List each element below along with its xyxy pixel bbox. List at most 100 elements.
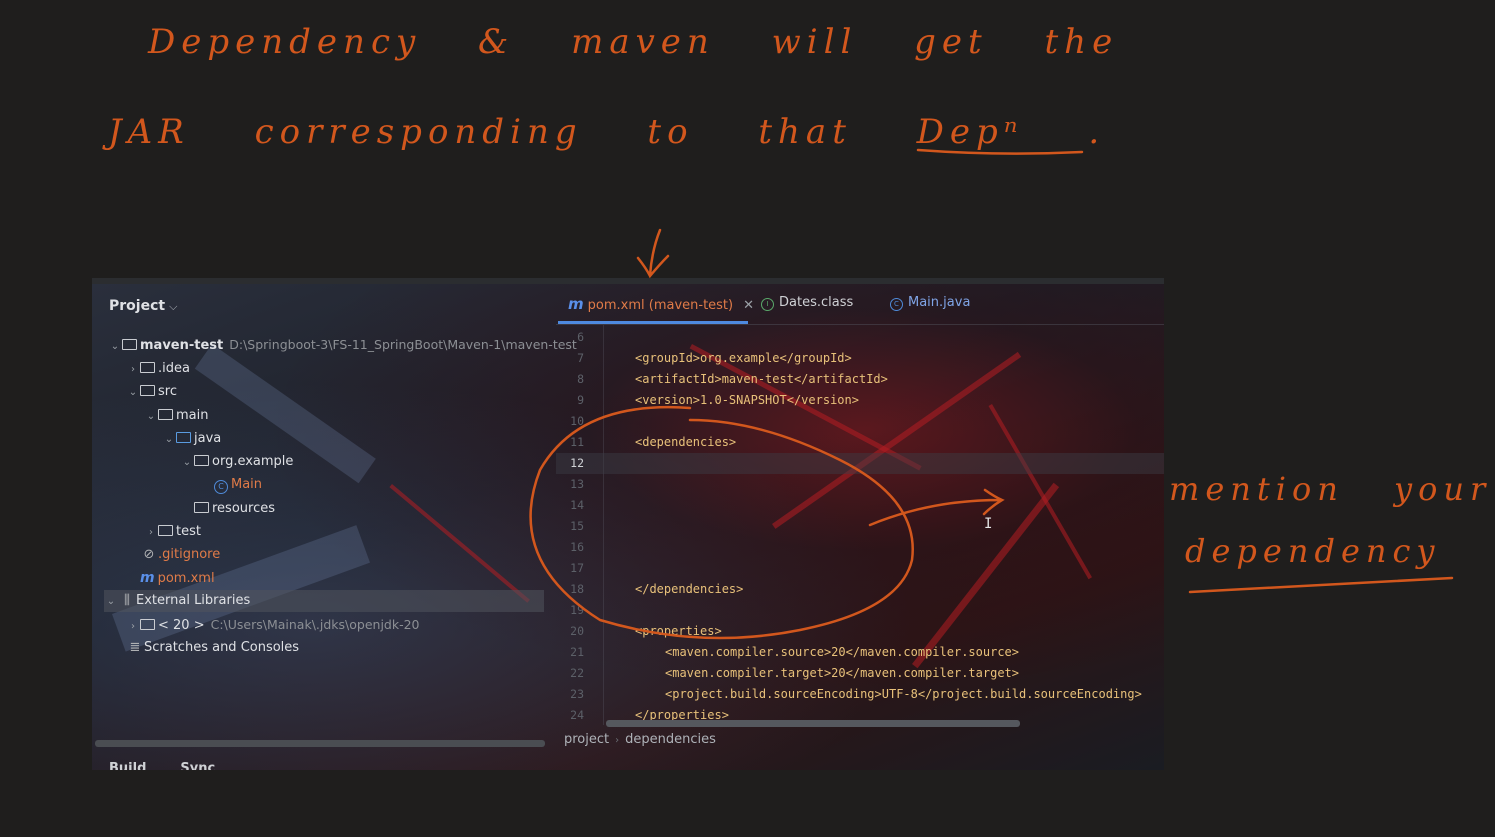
project-panel-title: Project (109, 298, 166, 314)
line-number: 23 (570, 687, 584, 701)
code-line[interactable]: 15 (556, 516, 1164, 537)
breadcrumb-item-project[interactable]: project (564, 732, 609, 747)
project-panel-header[interactable]: Project ⌵ (109, 298, 177, 314)
breadcrumb-item-dependencies[interactable]: dependencies (625, 732, 716, 747)
tree-item-test[interactable]: › test (144, 521, 201, 543)
tree-item-label: main (176, 408, 209, 423)
code-line[interactable]: 14 (556, 495, 1164, 516)
breadcrumb: project › dependencies (564, 732, 716, 747)
code-line[interactable]: 12 (556, 453, 1164, 474)
tree-item-src[interactable]: ⌄ src (126, 381, 177, 403)
folder-icon (158, 525, 173, 536)
code-line[interactable]: 10 (556, 411, 1164, 432)
code-line[interactable]: 18 </dependencies> (556, 579, 1164, 600)
code-line[interactable]: 8 <artifactId>maven-test</artifactId> (556, 369, 1164, 390)
chevron-right-icon[interactable]: › (126, 616, 140, 638)
code-line[interactable]: 16 (556, 537, 1164, 558)
tree-root[interactable]: ⌄ maven-test D:\Springboot-3\FS-11_SpringB… (108, 334, 577, 356)
tab-build[interactable]: Build (109, 761, 146, 770)
chevron-down-icon[interactable]: ⌄ (144, 406, 158, 428)
line-number: 17 (570, 561, 584, 575)
tab-label: pom.xml (maven-test) (587, 298, 734, 313)
code-line[interactable]: 13 (556, 474, 1164, 495)
chevron-down-icon[interactable]: ⌄ (104, 591, 118, 613)
tree-item-idea[interactable]: › .idea (126, 358, 190, 380)
code-text: <project.build.sourceEncoding>UTF-8</pro… (665, 687, 1142, 701)
chevron-right-icon[interactable]: › (144, 522, 158, 544)
project-panel: Project ⌵ ⌄ maven-test D:\Springboot-3\FS-1… (92, 284, 577, 770)
tree-item-resources[interactable]: resources (180, 498, 275, 520)
resources-folder-icon (194, 502, 209, 513)
code-line[interactable]: 22 <maven.compiler.target>20</maven.compi… (556, 663, 1164, 684)
tree-item-jdk[interactable]: › < 20 > C:\Users\Mainak\.jdks\openjdk-20 (126, 614, 420, 636)
bottom-tool-tabs: Build Sync (109, 761, 249, 770)
ignore-file-icon: ⊘ (143, 547, 155, 562)
code-text: <groupId>org.example</groupId> (635, 351, 852, 365)
code-text: </dependencies> (635, 582, 744, 596)
code-line[interactable]: 17 (556, 558, 1164, 579)
chevron-right-icon[interactable]: › (126, 359, 140, 381)
tree-item-external-libraries[interactable]: ⌄ ⫼ External Libraries (104, 590, 544, 612)
code-line[interactable]: 9 <version>1.0-SNAPSHOT</version> (556, 390, 1164, 411)
line-number: 6 (577, 330, 584, 344)
tree-item-label: pom.xml (157, 571, 215, 586)
tree-item-label: src (158, 384, 177, 399)
tree-item-label: org.example (212, 454, 294, 469)
tree-item-pom[interactable]: m pom.xml (126, 567, 215, 589)
chevron-down-icon[interactable]: ⌄ (162, 429, 176, 451)
tree-item-label: java (194, 431, 222, 446)
tree-item-label: test (176, 524, 201, 539)
chevron-down-icon[interactable]: ⌄ (180, 452, 194, 474)
code-text: <maven.compiler.target>20</maven.compile… (665, 666, 1020, 680)
line-number: 8 (577, 372, 584, 386)
tree-item-label: Scratches and Consoles (144, 640, 300, 655)
code-line[interactable]: 11 <dependencies> (556, 432, 1164, 453)
folder-icon (140, 362, 155, 373)
annotation-right-line2: dependency (1185, 532, 1441, 570)
package-icon (194, 455, 209, 466)
horizontal-scrollbar[interactable] (95, 740, 545, 747)
underline-dependency-stroke (1188, 576, 1454, 594)
source-folder-icon (176, 432, 191, 443)
tab-main-java[interactable]: C Main.java (890, 295, 970, 311)
line-number: 11 (570, 435, 584, 449)
tab-dates-class[interactable]: I Dates.class (761, 295, 853, 311)
close-icon[interactable]: ✕ (743, 298, 754, 313)
line-number: 20 (570, 624, 584, 638)
tree-item-label: Main (231, 477, 263, 492)
code-line[interactable]: 21 <maven.compiler.source>20</maven.compi… (556, 642, 1164, 663)
line-number: 22 (570, 666, 584, 680)
code-line[interactable]: 20 <properties> (556, 621, 1164, 642)
interface-icon: I (761, 298, 774, 311)
code-line[interactable]: 19 (556, 600, 1164, 621)
tree-item-java[interactable]: ⌄ java (162, 428, 221, 450)
tree-item-main[interactable]: ⌄ main (144, 405, 209, 428)
class-icon: C (890, 298, 903, 311)
code-line[interactable]: 7 <groupId>org.example</groupId> (556, 348, 1164, 369)
tree-item-scratches[interactable]: ≣ Scratches and Consoles (126, 637, 300, 659)
tab-pom-xml[interactable]: m pom.xml (maven-test) ✕ (568, 295, 754, 313)
code-line[interactable]: 6 (556, 327, 1164, 348)
chevron-right-icon: › (615, 735, 620, 746)
code-line[interactable]: 23 <project.build.sourceEncoding>UTF-8</p… (556, 684, 1164, 705)
folder-icon (140, 385, 155, 396)
scratches-icon: ≣ (129, 640, 141, 655)
tree-item-label: .gitignore (158, 547, 221, 562)
chevron-down-icon[interactable]: ⌄ (126, 382, 140, 404)
code-editor: m pom.xml (maven-test) ✕ I Dates.class C Mai… (556, 284, 1164, 770)
chevron-down-icon[interactable]: ⌵ (169, 300, 177, 313)
chevron-down-icon[interactable]: ⌄ (108, 336, 122, 358)
annotation-line1: Dependency & maven will get the (148, 22, 1119, 62)
tree-item-package[interactable]: ⌄ org.example (180, 451, 294, 474)
maven-icon: m (568, 295, 584, 313)
tree-item-gitignore[interactable]: ⊘ .gitignore (126, 544, 221, 566)
horizontal-scrollbar[interactable] (606, 720, 1020, 727)
tab-sync[interactable]: Sync (180, 761, 215, 770)
line-number: 18 (570, 582, 584, 596)
code-text: <properties> (635, 624, 722, 638)
ide-window: Project ⌵ ⌄ maven-test D:\Springboot-3\FS-1… (92, 278, 1164, 770)
line-number: 13 (570, 477, 584, 491)
line-number: 7 (577, 351, 584, 365)
tree-item-main-class[interactable]: C Main (214, 474, 262, 496)
line-number: 14 (570, 498, 584, 512)
